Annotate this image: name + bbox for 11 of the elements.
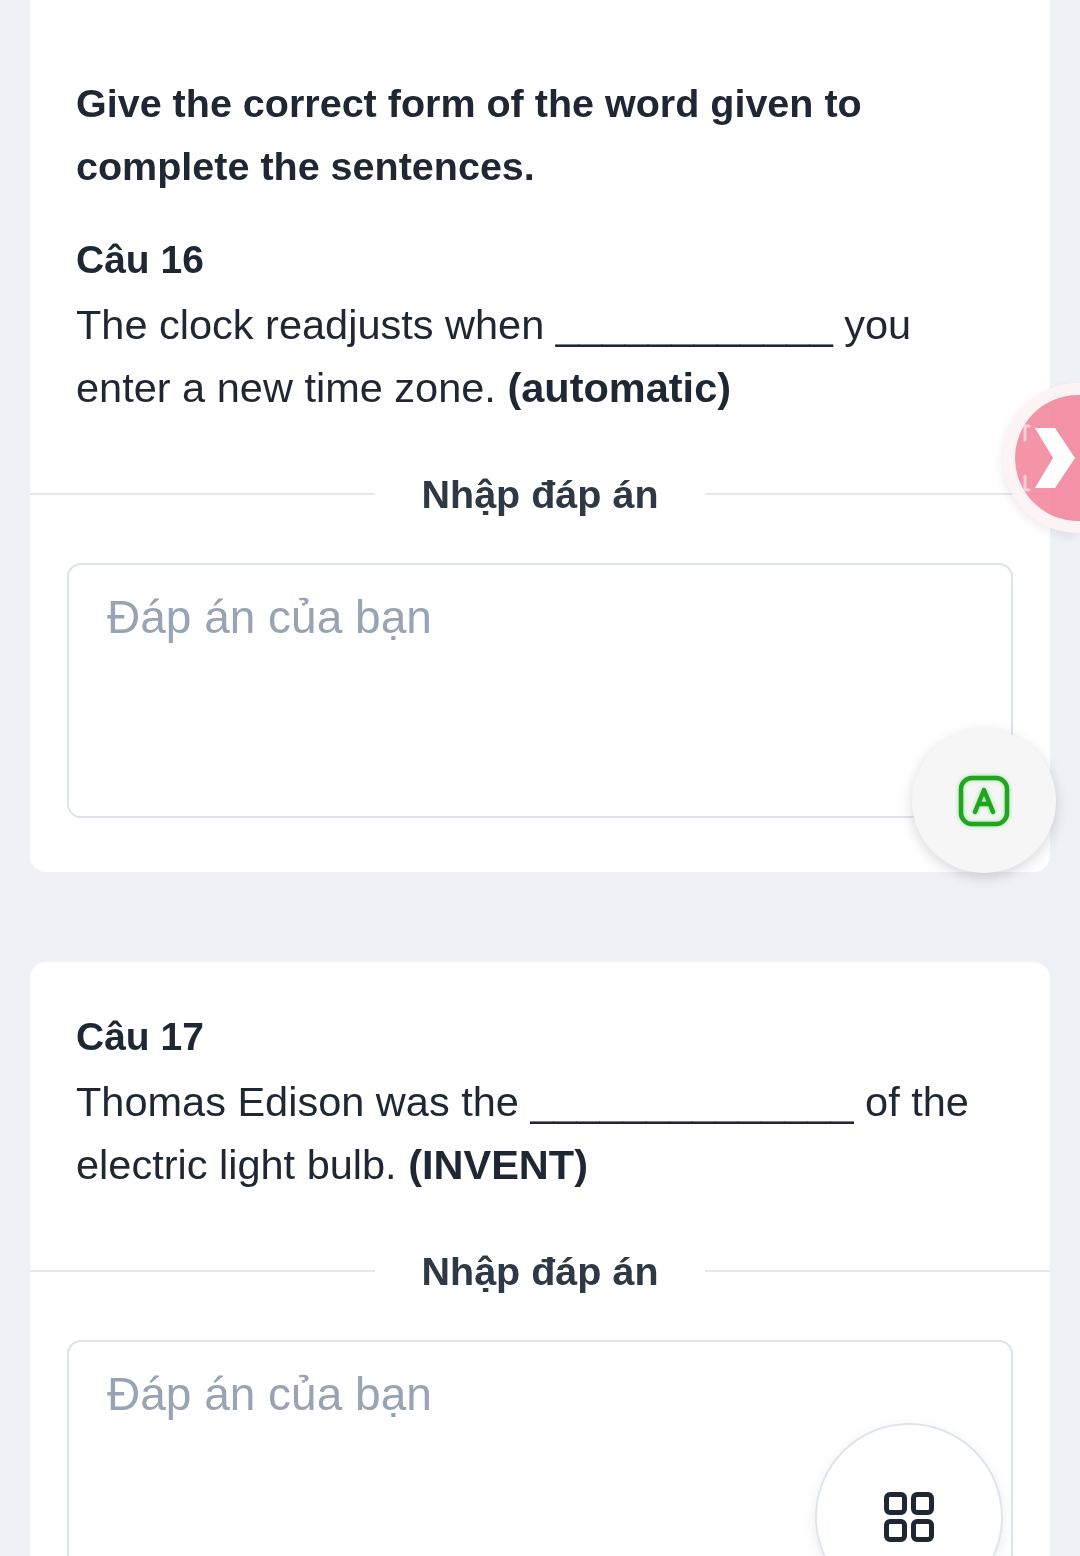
- question-number: Câu 17: [76, 1014, 205, 1060]
- grid-icon: [884, 1492, 934, 1542]
- letter-a-icon: [958, 775, 1010, 827]
- instruction-heading: Give the correct form of the word given to complete the sentences.: [76, 80, 863, 190]
- question-number: Câu 16: [76, 237, 205, 283]
- answer-field[interactable]: Đáp án của bạn: [67, 563, 1013, 818]
- question-text: The clock readjusts when ____________ you enter a new time zone. (automatic): [76, 300, 913, 413]
- question-text: Thomas Edison was the ______________ of the electric light bulb. (INVENT): [76, 1077, 970, 1190]
- divider-label: Nhập đáp án: [420, 471, 660, 518]
- divider-label: Nhập đáp án: [420, 1248, 660, 1295]
- answer-field[interactable]: Đáp án của bạn: [67, 1340, 1013, 1556]
